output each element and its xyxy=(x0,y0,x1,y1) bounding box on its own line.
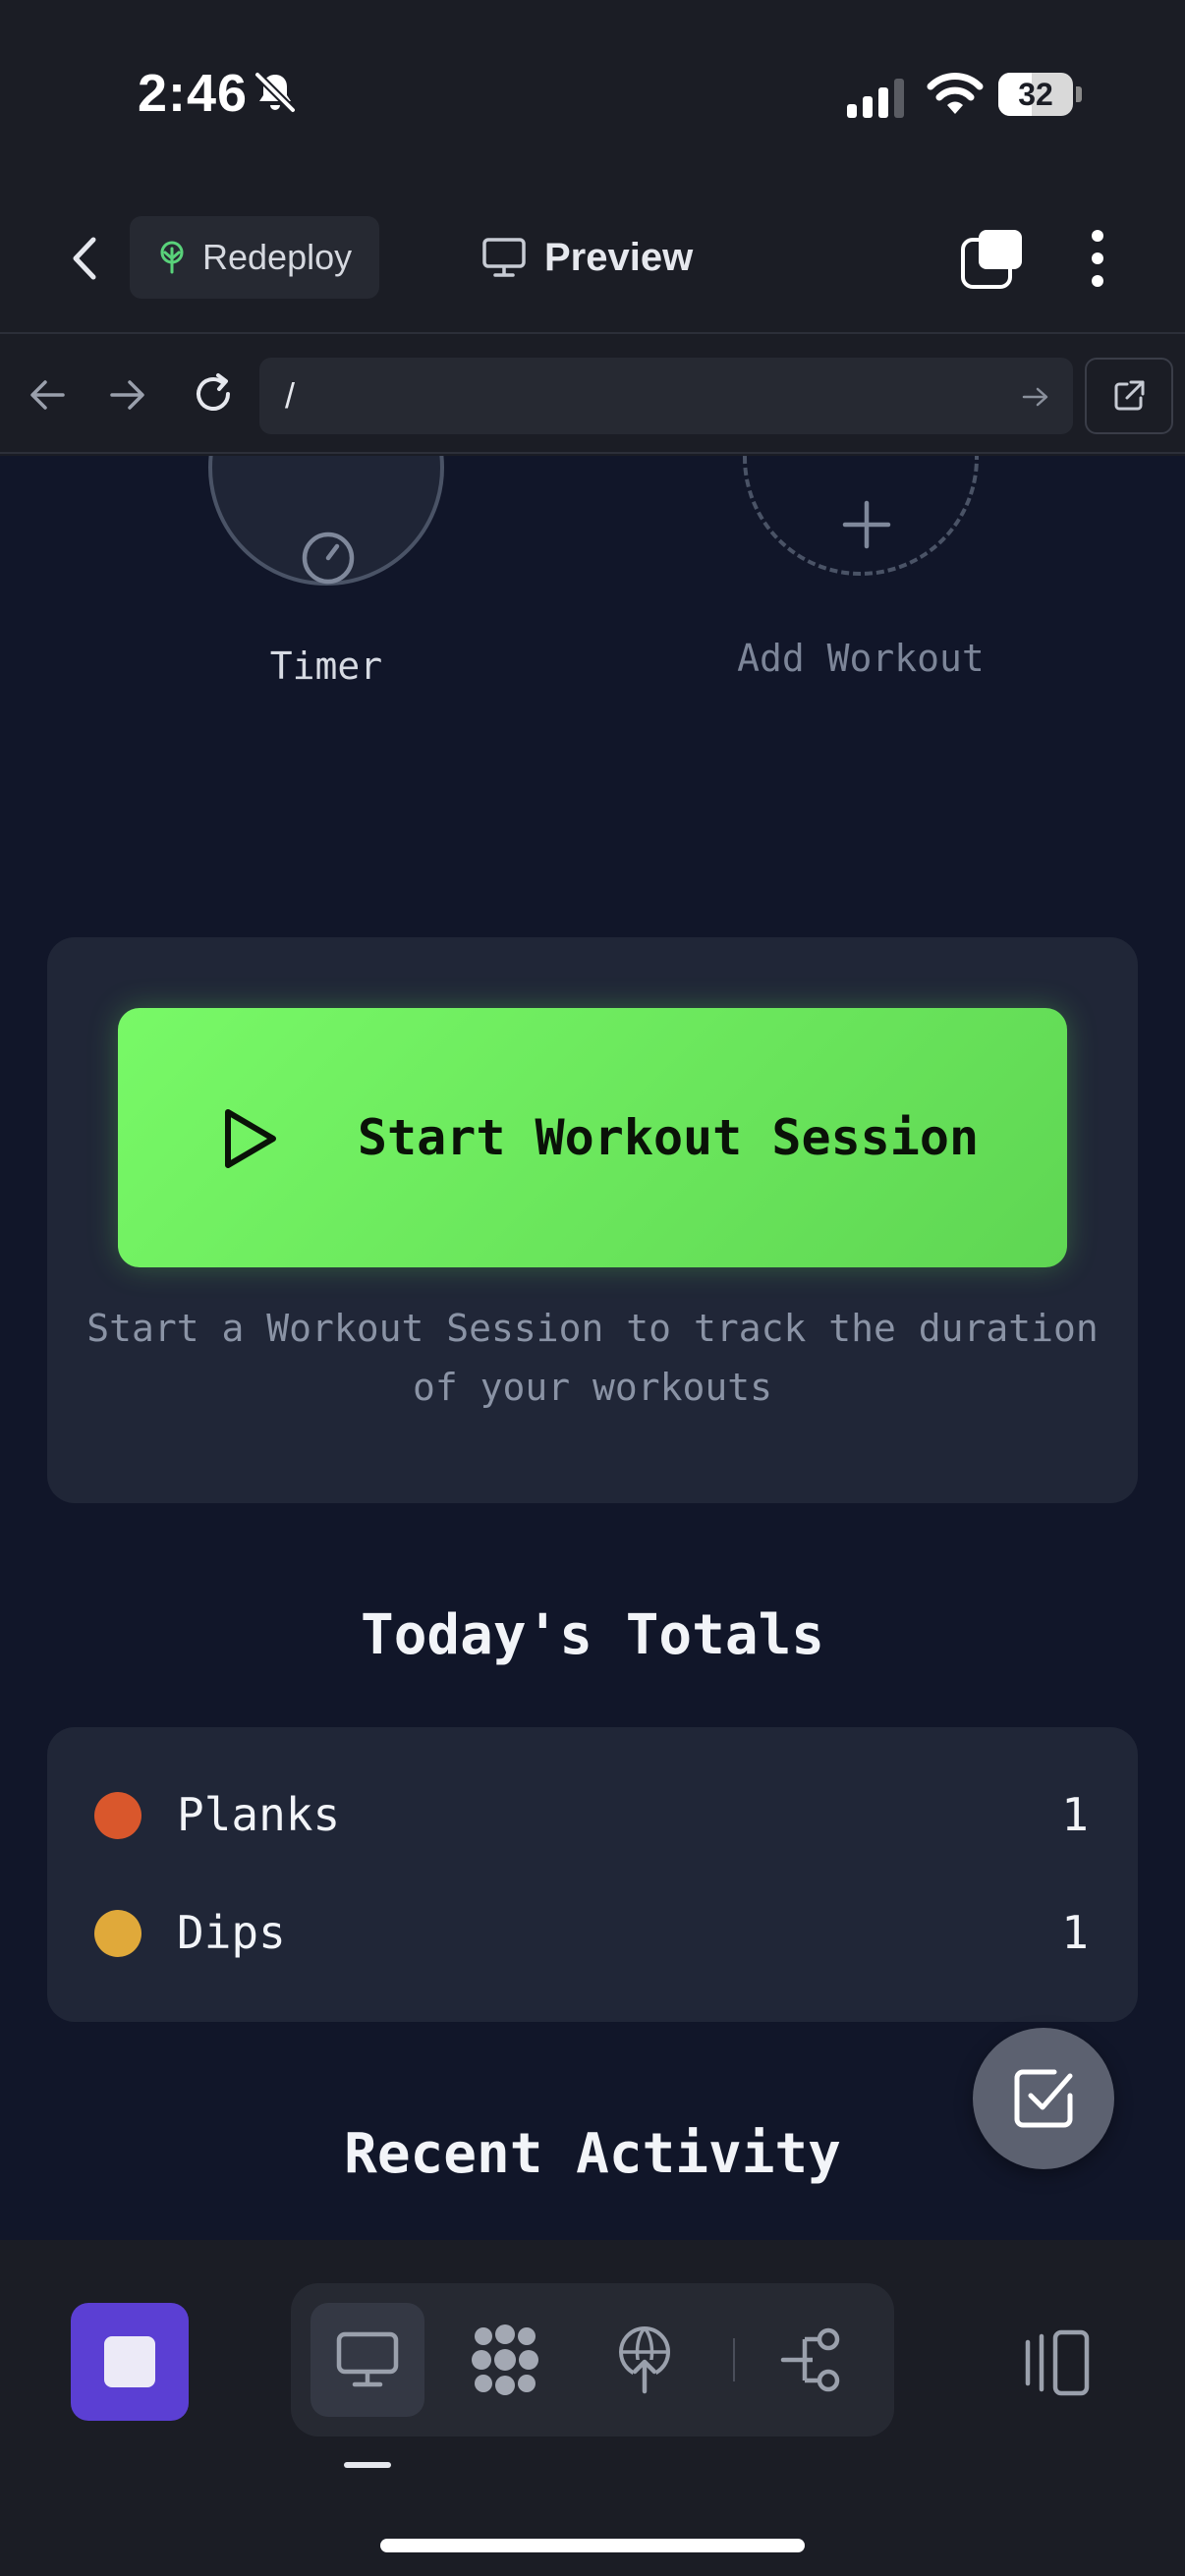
exercise-color-dot xyxy=(94,1910,141,1957)
monitor-icon xyxy=(336,2331,399,2387)
status-time: 2:46 xyxy=(138,64,249,123)
home-indicator xyxy=(380,2539,805,2552)
tool-group xyxy=(291,2283,894,2436)
workspace-tool-button[interactable] xyxy=(448,2303,562,2417)
windows-icon[interactable] xyxy=(959,226,1028,291)
preview-tool-button[interactable] xyxy=(310,2303,424,2417)
recent-activity-title: Recent Activity xyxy=(344,2122,841,2186)
plus-icon xyxy=(842,500,891,549)
wifi-icon xyxy=(927,73,984,114)
session-card: Start Workout Session Start a Workout Se… xyxy=(47,937,1138,1503)
signal-icon xyxy=(847,79,904,118)
url-input[interactable]: / xyxy=(259,358,1073,434)
todays-totals-title: Today's Totals xyxy=(360,1603,824,1667)
totals-card: Planks 1 Dips 1 xyxy=(47,1727,1138,2022)
tree-icon xyxy=(160,241,184,274)
git-tool-button[interactable] xyxy=(757,2303,871,2417)
total-row: Planks 1 xyxy=(47,1780,1138,1849)
timer-label: Timer xyxy=(269,644,383,688)
open-external-button[interactable] xyxy=(1085,358,1173,434)
preview-tab[interactable]: Preview xyxy=(481,216,693,299)
active-tab-indicator xyxy=(344,2462,391,2468)
total-row: Dips 1 xyxy=(47,1898,1138,1967)
external-link-icon xyxy=(1114,380,1145,411)
stop-button[interactable] xyxy=(71,2303,189,2421)
dots-grid-icon xyxy=(472,2324,538,2395)
more-vertical-icon[interactable] xyxy=(1073,224,1122,293)
git-branch-icon xyxy=(780,2327,840,2392)
timer-button[interactable] xyxy=(208,456,444,586)
session-description: Start a Workout Session to track the dur… xyxy=(86,1307,1099,1409)
exercise-color-dot xyxy=(94,1792,141,1839)
deploy-icon xyxy=(619,2326,670,2395)
exercise-name: Planks xyxy=(177,1788,341,1841)
monitor-icon xyxy=(482,238,526,277)
play-icon xyxy=(225,1109,276,1168)
redeploy-button[interactable]: Redeploy xyxy=(130,216,379,299)
battery-percent: 32 xyxy=(1018,77,1053,112)
start-workout-label: Start Workout Session xyxy=(357,1109,980,1166)
app-header: Redeploy Preview xyxy=(0,196,1185,334)
status-bar: 2:46 32 xyxy=(0,0,1185,196)
arrow-right-icon[interactable] xyxy=(106,373,149,417)
toolbar-divider xyxy=(733,2338,735,2381)
bottom-toolbar xyxy=(0,2240,1185,2576)
deploy-tool-button[interactable] xyxy=(588,2303,702,2417)
exercise-count: 1 xyxy=(1061,1788,1089,1841)
web-preview: Timer Add Workout Start Workout Session … xyxy=(0,456,1185,2240)
redeploy-label: Redeploy xyxy=(202,237,353,277)
battery-icon: 32 xyxy=(998,73,1082,116)
stopwatch-icon xyxy=(302,532,355,585)
add-workout-button[interactable] xyxy=(743,456,979,576)
stop-icon xyxy=(104,2336,155,2387)
bell-slash-icon xyxy=(254,72,296,113)
browser-bar: / xyxy=(0,336,1185,454)
arrow-right-icon[interactable] xyxy=(1020,381,1051,413)
reload-icon[interactable] xyxy=(189,369,238,419)
arrow-left-icon[interactable] xyxy=(26,373,69,417)
back-button[interactable] xyxy=(55,226,114,291)
preview-label: Preview xyxy=(544,235,694,279)
add-workout-label: Add Workout xyxy=(737,637,985,680)
url-text: / xyxy=(285,375,296,416)
exercise-name: Dips xyxy=(177,1906,286,1959)
panels-icon[interactable] xyxy=(1016,2328,1091,2397)
chevron-left-icon xyxy=(73,237,96,280)
exercise-count: 1 xyxy=(1061,1906,1089,1959)
start-workout-session-button[interactable]: Start Workout Session xyxy=(118,1008,1067,1267)
